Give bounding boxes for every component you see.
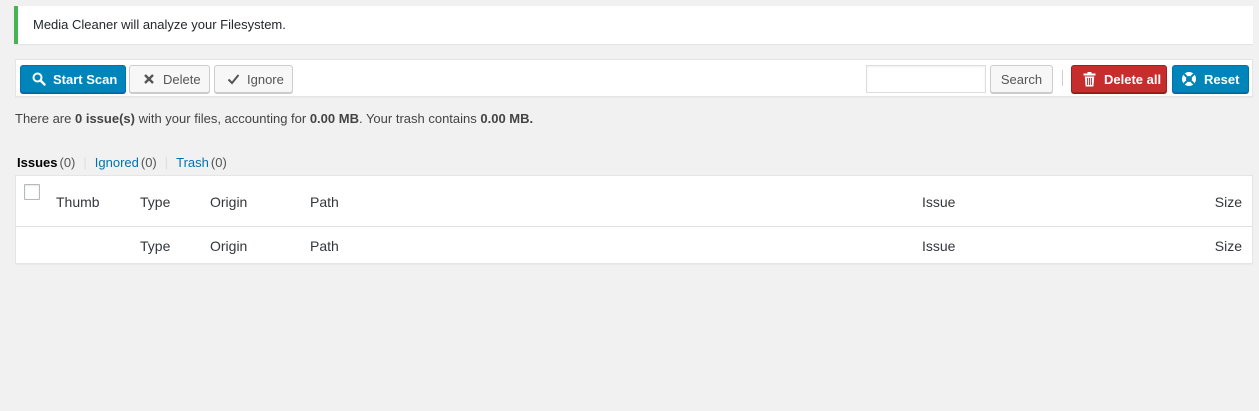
toolbar-divider xyxy=(1062,70,1063,86)
footer-column-origin[interactable]: Origin xyxy=(210,238,247,254)
x-icon xyxy=(141,71,157,87)
footer-column-path[interactable]: Path xyxy=(310,238,339,254)
summary-middle: with your files, accounting for xyxy=(134,111,310,126)
notice-text: Media Cleaner will analyze your Filesyst… xyxy=(33,17,286,32)
reset-label: Reset xyxy=(1204,71,1240,87)
column-issue[interactable]: Issue xyxy=(922,194,955,210)
table-header: Thumb Type Origin Path Issue Size xyxy=(16,176,1252,227)
issues-summary: There are 0 issue(s) with your files, ac… xyxy=(15,111,533,126)
reset-button[interactable]: Reset xyxy=(1172,65,1249,93)
table-footer: Type Origin Path Issue Size xyxy=(16,227,1252,264)
delete-button[interactable]: Delete xyxy=(129,65,210,93)
start-scan-button[interactable]: Start Scan xyxy=(20,65,126,93)
start-scan-label: Start Scan xyxy=(53,71,118,87)
footer-column-issue[interactable]: Issue xyxy=(922,238,955,254)
filter-ignored-link[interactable]: Ignored xyxy=(95,155,139,170)
filter-issues-count: (0) xyxy=(59,155,76,170)
column-path[interactable]: Path xyxy=(310,194,339,210)
search-button-label: Search xyxy=(1000,71,1043,87)
filter-separator: | xyxy=(83,155,87,170)
delete-label: Delete xyxy=(163,71,201,87)
lifebuoy-icon xyxy=(1181,71,1197,87)
summary-prefix: There are xyxy=(15,111,75,126)
summary-issue-count: 0 issue(s) xyxy=(74,111,135,126)
delete-all-label: Delete all xyxy=(1104,71,1162,87)
summary-trash-size: 0.00 MB. xyxy=(480,111,534,126)
ignore-button[interactable]: Ignore xyxy=(214,65,293,93)
search-icon xyxy=(31,71,47,87)
filter-ignored-count: (0) xyxy=(140,155,157,170)
filter-issues-link[interactable]: Issues xyxy=(17,155,57,170)
scan-notice: Media Cleaner will analyze your Filesyst… xyxy=(14,6,1253,44)
summary-size: 0.00 MB xyxy=(309,111,359,126)
select-all-checkbox[interactable] xyxy=(24,184,40,200)
check-icon xyxy=(225,71,241,87)
column-origin[interactable]: Origin xyxy=(210,194,247,210)
ignore-label: Ignore xyxy=(247,71,284,87)
toolbar: Start Scan Delete Ignore Search Delete a… xyxy=(15,59,1253,97)
trash-icon xyxy=(1081,71,1097,87)
summary-trash-text: . Your trash contains xyxy=(358,111,481,126)
column-thumb[interactable]: Thumb xyxy=(56,194,100,210)
search-button[interactable]: Search xyxy=(990,65,1053,93)
filter-separator: | xyxy=(164,155,169,170)
search-input[interactable] xyxy=(866,65,986,93)
filter-trash-count: (0) xyxy=(210,155,227,170)
footer-column-type[interactable]: Type xyxy=(140,238,170,254)
filter-links: Issues (0) | Ignored (0) | Trash (0) xyxy=(17,155,227,170)
issues-table: Thumb Type Origin Path Issue Size Type O… xyxy=(15,175,1253,264)
footer-column-size[interactable]: Size xyxy=(1215,238,1242,254)
column-type[interactable]: Type xyxy=(140,194,170,210)
filter-trash-link[interactable]: Trash xyxy=(176,155,209,170)
column-size[interactable]: Size xyxy=(1215,194,1242,210)
delete-all-button[interactable]: Delete all xyxy=(1071,65,1167,93)
